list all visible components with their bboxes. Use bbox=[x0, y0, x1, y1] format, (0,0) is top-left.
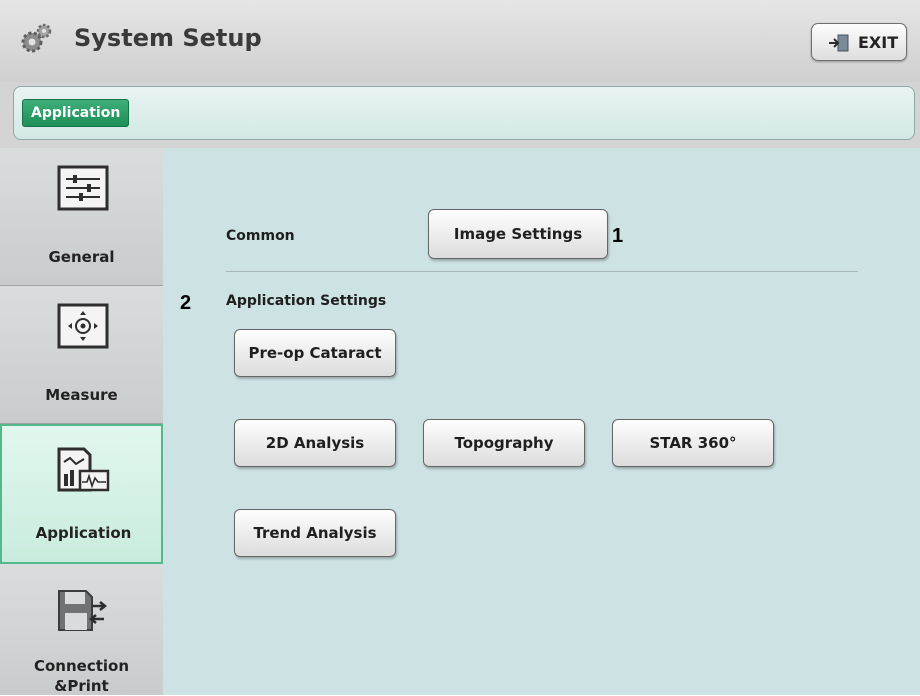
sidebar-item-label: Measure bbox=[45, 386, 118, 404]
sidebar: General Measure Application Connection &… bbox=[0, 148, 163, 695]
2d-analysis-button[interactable]: 2D Analysis bbox=[234, 419, 396, 467]
sidebar-item-general[interactable]: General bbox=[0, 148, 163, 286]
sidebar-item-connection-print[interactable]: Connection &Print bbox=[0, 564, 163, 695]
breadcrumb-bar: Application bbox=[0, 82, 920, 148]
topography-button[interactable]: Topography bbox=[423, 419, 585, 467]
sidebar-item-label: Connection &Print bbox=[0, 656, 163, 696]
sidebar-item-measure[interactable]: Measure bbox=[0, 286, 163, 424]
content-panel: Common Image Settings 1 2 Application Se… bbox=[163, 148, 920, 695]
application-settings-label: Application Settings bbox=[226, 293, 387, 309]
trend-analysis-button[interactable]: Trend Analysis bbox=[234, 509, 396, 557]
exit-button[interactable]: EXIT bbox=[811, 23, 907, 61]
sliders-icon bbox=[57, 165, 109, 211]
callout-2: 2 bbox=[180, 292, 192, 314]
breadcrumb: Application bbox=[13, 86, 915, 140]
sidebar-item-label: Application bbox=[35, 524, 132, 542]
gear-icon bbox=[21, 23, 52, 53]
exit-door-icon bbox=[829, 34, 849, 52]
page-title: System Setup bbox=[74, 24, 262, 52]
sidebar-label-line2: &Print bbox=[54, 677, 109, 695]
sidebar-item-label: General bbox=[48, 248, 115, 266]
sidebar-item-application[interactable]: Application bbox=[0, 424, 163, 564]
chart-icon bbox=[57, 447, 110, 492]
common-label: Common bbox=[226, 228, 295, 244]
section-divider bbox=[226, 271, 858, 272]
callout-1: 1 bbox=[612, 225, 624, 247]
save-transfer-icon bbox=[58, 590, 108, 631]
target-icon bbox=[57, 303, 109, 349]
breadcrumb-item-application[interactable]: Application bbox=[22, 99, 130, 127]
image-settings-button[interactable]: Image Settings bbox=[428, 209, 608, 259]
exit-label: EXIT bbox=[858, 33, 899, 52]
pre-op-cataract-button[interactable]: Pre-op Cataract bbox=[234, 329, 396, 377]
sidebar-label-line1: Connection bbox=[33, 657, 130, 675]
star-360-button[interactable]: STAR 360° bbox=[612, 419, 774, 467]
title-bar: System Setup EXIT bbox=[0, 0, 920, 83]
